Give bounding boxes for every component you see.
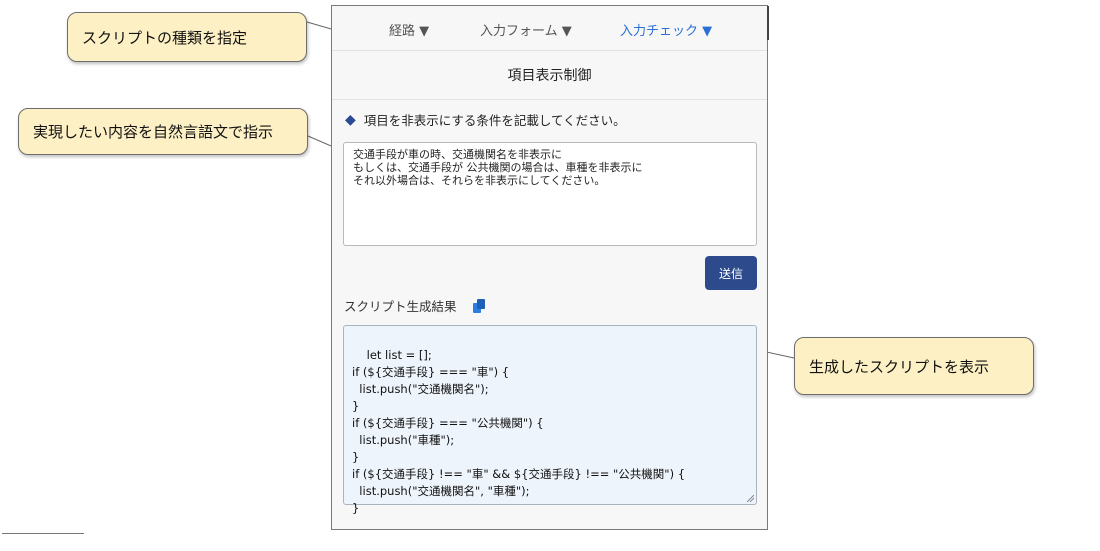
callout-generated-script: 生成したスクリプトを表示 <box>794 337 1034 395</box>
callout-script-type: スクリプトの種類を指定 <box>67 12 307 62</box>
callout-natural-language: 実現したい内容を自然言語文で指示 <box>18 108 308 155</box>
page-title: 項目表示制御 <box>332 51 767 100</box>
callout-natural-language-text: 実現したい内容を自然言語文で指示 <box>33 123 274 141</box>
callout-script-type-text: スクリプトの種類を指定 <box>82 28 248 47</box>
script-generator-panel: 経路 ▼ 入力フォーム ▼ 入力チェック ▼ 項目表示制御 ◆ 項目を非表示にす… <box>331 5 769 530</box>
tab-input-form[interactable]: 入力フォーム ▼ <box>480 20 572 39</box>
resize-grip-icon[interactable] <box>746 494 754 502</box>
generated-script-text: let list = []; if (${交通手段} === "車") { li… <box>352 348 686 515</box>
condition-textarea[interactable]: 交通手段が車の時、交通機関名を非表示に もしくは、交通手段が 公共機関の場合は、… <box>343 142 757 246</box>
nav-bar: 経路 ▼ 入力フォーム ▼ 入力チェック ▼ <box>332 6 767 51</box>
callout-generated-script-text: 生成したスクリプトを表示 <box>809 357 990 376</box>
condition-label-text: 項目を非表示にする条件を記載してください。 <box>363 113 626 128</box>
panel-edge <box>767 6 769 40</box>
tab-input-check[interactable]: 入力チェック ▼ <box>620 20 712 39</box>
diamond-icon: ◆ <box>345 111 356 128</box>
send-button[interactable]: 送信 <box>705 256 757 290</box>
result-label: スクリプト生成結果 <box>344 296 487 315</box>
result-label-text: スクリプト生成結果 <box>344 299 457 314</box>
divider <box>2 533 84 534</box>
copy-icon[interactable] <box>471 298 487 314</box>
generated-script-textarea[interactable]: let list = []; if (${交通手段} === "車") { li… <box>343 325 757 515</box>
tab-route[interactable]: 経路 ▼ <box>389 20 429 39</box>
condition-label: ◆ 項目を非表示にする条件を記載してください。 <box>345 110 626 129</box>
